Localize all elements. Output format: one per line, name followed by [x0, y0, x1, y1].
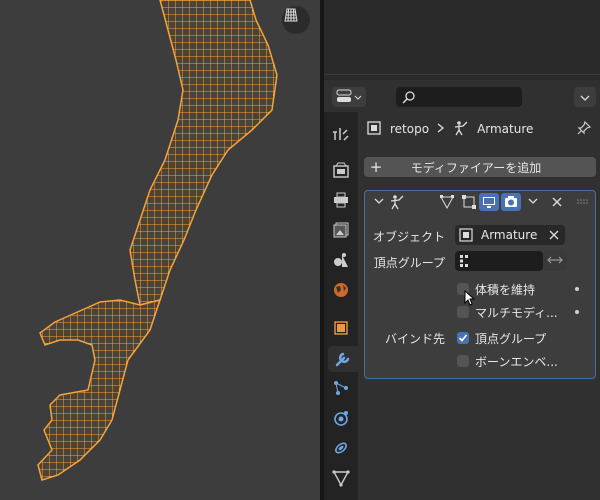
scene-icon: [332, 251, 350, 272]
tab-data[interactable]: [328, 466, 354, 492]
modifier-header: [365, 191, 595, 213]
tab-physics[interactable]: [328, 406, 354, 432]
editor-type-icon: [336, 89, 352, 106]
view-layer-icon: [332, 221, 350, 242]
object-label: オブジェクト: [372, 230, 445, 244]
add-modifier-button[interactable]: + モディファイアーを追加: [364, 157, 596, 177]
tab-render[interactable]: [328, 158, 354, 184]
multi-modifier-checkbox[interactable]: [457, 306, 469, 318]
invert-arrows-icon: [547, 254, 563, 268]
tab-particles[interactable]: [328, 376, 354, 402]
checkmark-icon: [458, 334, 468, 342]
pin-icon[interactable]: [576, 120, 592, 139]
bind-bone-envelopes-label: ボーンエンベ...: [475, 355, 558, 369]
keyframe-dot-icon[interactable]: [575, 287, 579, 291]
hand-wireframe-mesh: [37, 0, 278, 481]
chevron-down-icon: [580, 90, 590, 104]
edit-mode-cage-icon[interactable]: [437, 193, 457, 211]
multi-modifier-label: マルチモディ...: [475, 306, 558, 320]
bind-vertex-groups-label: 頂点グループ: [475, 332, 547, 346]
search-icon: [402, 90, 416, 107]
tab-modifiers[interactable]: [328, 346, 358, 372]
bind-bone-envelopes-checkbox[interactable]: [457, 355, 469, 367]
physics-icon: [332, 409, 350, 430]
breadcrumb-modifier[interactable]: Armature: [477, 122, 533, 136]
grid-icon[interactable]: [282, 6, 310, 34]
vertex-group-icon: [459, 254, 473, 268]
vertex-group-field[interactable]: [455, 251, 543, 271]
properties-panel: retopo Armature + モディファイアーを追加 オブジェクト Arm…: [358, 112, 600, 500]
mouse-cursor-icon: [464, 290, 476, 306]
object-icon: [459, 228, 473, 242]
world-icon: [332, 281, 350, 302]
3d-viewport[interactable]: [0, 0, 320, 500]
tab-world[interactable]: [328, 278, 354, 304]
tab-tool[interactable]: [328, 122, 354, 148]
chevron-right-icon: [437, 122, 445, 136]
keyframe-dot-icon[interactable]: [575, 310, 579, 314]
tab-view-layer[interactable]: [328, 218, 354, 244]
edit-mode-icon[interactable]: [459, 193, 479, 211]
mesh-icon: [332, 469, 350, 490]
render-icon: [332, 161, 350, 182]
breadcrumb-object[interactable]: retopo: [390, 122, 429, 136]
plus-icon: +: [369, 158, 383, 176]
constraints-icon: [332, 439, 350, 460]
output-icon: [332, 191, 350, 212]
outliner-area[interactable]: [324, 0, 600, 80]
chevron-down-icon[interactable]: [523, 193, 543, 211]
clear-icon[interactable]: [549, 230, 559, 240]
modifier-icon: [334, 349, 352, 370]
vertex-group-label: 頂点グループ: [373, 256, 445, 270]
object-value: Armature: [481, 228, 538, 242]
properties-tabs: [324, 112, 358, 500]
tab-scene[interactable]: [328, 248, 354, 274]
add-modifier-label: モディファイアーを追加: [410, 160, 542, 175]
preserve-volume-label: 体積を維持: [475, 283, 536, 297]
options-dropdown[interactable]: [574, 87, 596, 107]
armature-modifier-panel: オブジェクト Armature 頂点グループ 体積を維持 マルチモディ... バ…: [364, 190, 596, 379]
search-input[interactable]: [396, 87, 522, 107]
object-field[interactable]: Armature: [455, 225, 565, 245]
viewport-display-icon[interactable]: [479, 193, 499, 211]
armature-icon: [387, 193, 407, 211]
close-icon[interactable]: [547, 193, 567, 211]
tab-constraints[interactable]: [328, 436, 354, 462]
bind-vertex-groups-checkbox[interactable]: [457, 332, 469, 344]
tool-icon: [332, 125, 350, 146]
collapse-chevron-icon[interactable]: [369, 193, 389, 211]
invert-vertex-group-button[interactable]: [543, 251, 567, 271]
bind-to-label: バインド先: [384, 332, 445, 346]
tab-object[interactable]: [328, 316, 354, 342]
editor-type-button[interactable]: [332, 87, 366, 107]
properties-header: [324, 82, 600, 112]
render-camera-icon[interactable]: [501, 193, 521, 211]
particles-icon: [332, 379, 350, 400]
object-icon: [366, 120, 382, 139]
drag-handle-icon[interactable]: [573, 193, 593, 211]
tab-output[interactable]: [328, 188, 354, 214]
object-icon: [332, 319, 350, 340]
armature-icon: [453, 120, 469, 139]
chevron-down-icon: [354, 90, 362, 104]
breadcrumb: retopo Armature: [366, 118, 533, 140]
